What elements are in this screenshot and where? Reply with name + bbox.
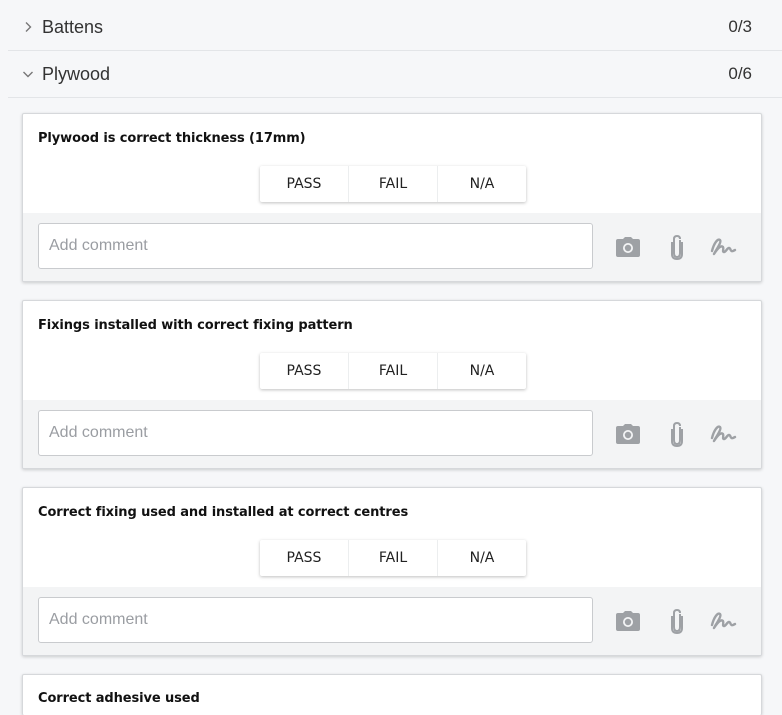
chevron-right-icon (22, 21, 34, 33)
result-selector: PASS FAIL N/A (260, 166, 526, 202)
pass-button[interactable]: PASS (260, 166, 349, 202)
na-button[interactable]: N/A (438, 540, 526, 576)
item-footer (23, 400, 761, 468)
comment-input[interactable] (38, 597, 593, 643)
checklist-item: Fixings installed with correct fixing pa… (22, 300, 762, 469)
result-selector: PASS FAIL N/A (260, 540, 526, 576)
fail-button[interactable]: FAIL (349, 166, 438, 202)
item-question: Fixings installed with correct fixing pa… (38, 318, 353, 333)
section-title: Battens (42, 16, 104, 37)
checklist-item: Correct adhesive used (22, 674, 762, 715)
camera-icon[interactable] (614, 420, 642, 448)
signature-icon[interactable] (709, 420, 737, 448)
section-count: 0/6 (728, 64, 752, 83)
item-question: Plywood is correct thickness (17mm) (38, 131, 306, 146)
paperclip-icon[interactable] (663, 233, 691, 261)
section-plywood[interactable]: Plywood 0/6 (8, 51, 782, 98)
na-button[interactable]: N/A (438, 166, 526, 202)
signature-icon[interactable] (709, 607, 737, 635)
signature-icon[interactable] (709, 233, 737, 261)
camera-icon[interactable] (614, 607, 642, 635)
item-footer (23, 587, 761, 655)
paperclip-icon[interactable] (663, 420, 691, 448)
pass-button[interactable]: PASS (260, 353, 349, 389)
checklist-item: Plywood is correct thickness (17mm) PASS… (22, 113, 762, 282)
section-title: Plywood (42, 63, 111, 84)
pass-button[interactable]: PASS (260, 540, 349, 576)
comment-input[interactable] (38, 223, 593, 269)
item-question: Correct fixing used and installed at cor… (38, 505, 409, 520)
fail-button[interactable]: FAIL (349, 353, 438, 389)
fail-button[interactable]: FAIL (349, 540, 438, 576)
section-battens[interactable]: Battens 0/3 (8, 4, 782, 51)
camera-icon[interactable] (614, 233, 642, 261)
chevron-down-icon (22, 68, 34, 80)
item-footer (23, 213, 761, 281)
checklist-item: Correct fixing used and installed at cor… (22, 487, 762, 656)
result-selector: PASS FAIL N/A (260, 353, 526, 389)
na-button[interactable]: N/A (438, 353, 526, 389)
comment-input[interactable] (38, 410, 593, 456)
section-count: 0/3 (728, 17, 752, 36)
paperclip-icon[interactable] (663, 607, 691, 635)
